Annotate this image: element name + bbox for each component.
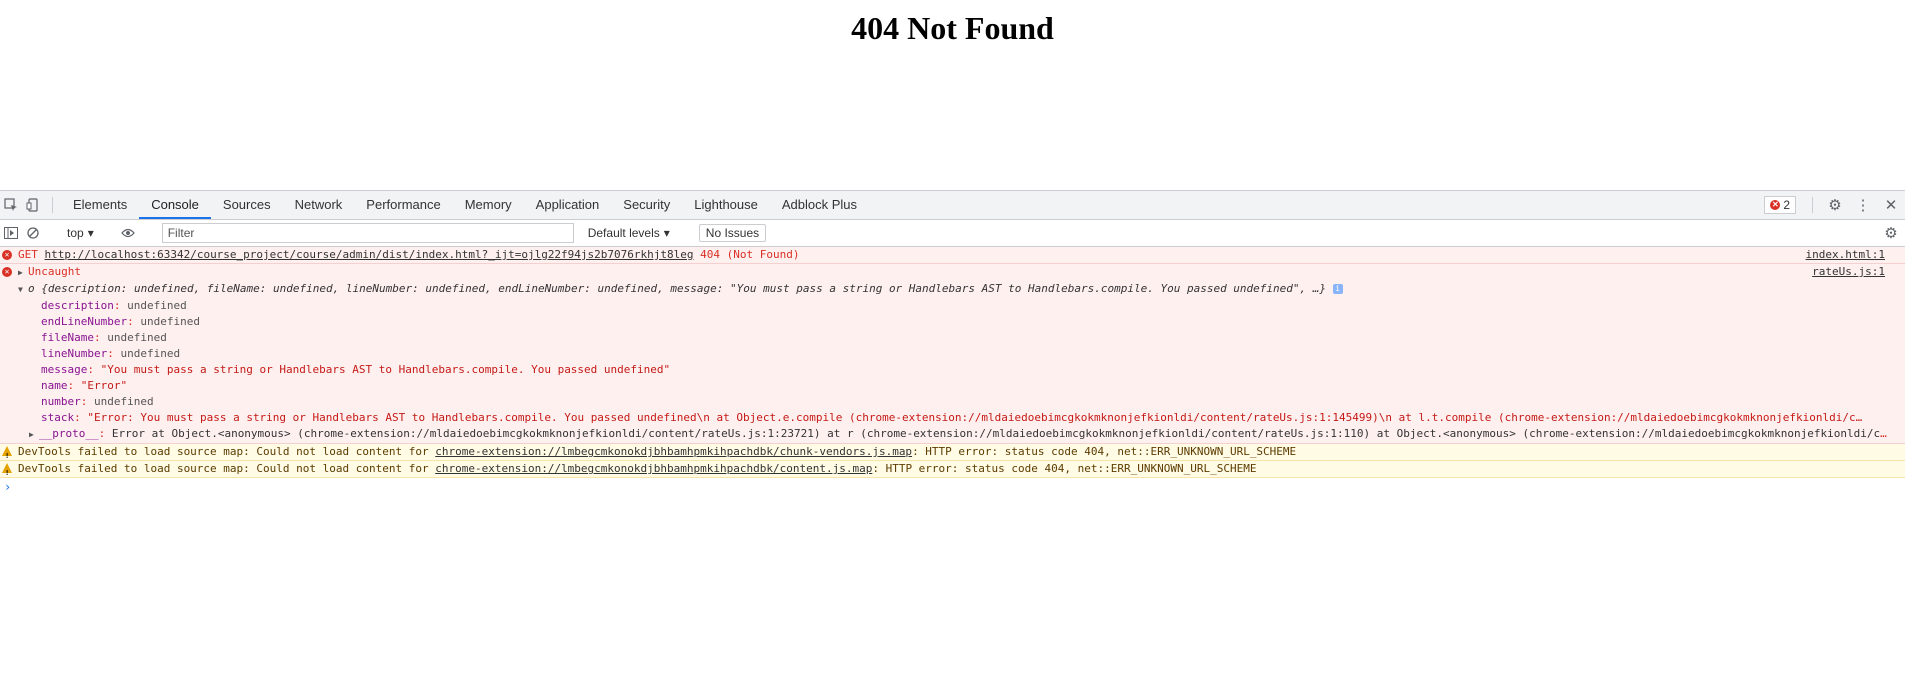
object-properties: description: undefined endLineNumber: un… (18, 298, 1905, 443)
toolbar-divider (1812, 197, 1813, 213)
log-levels-dropdown[interactable]: Default levels ▾ (580, 226, 678, 240)
source-link-index[interactable]: index.html:1 (1805, 247, 1885, 263)
property-row: lineNumber: undefined (41, 347, 181, 360)
sidebar-toggle-icon[interactable] (0, 227, 22, 239)
prompt-chevron-icon: › (4, 480, 12, 494)
error-count-badge[interactable]: ✕ 2 (1764, 196, 1796, 214)
close-icon[interactable]: ✕ (1877, 191, 1905, 219)
console-error-get: ✕ GET http://localhost:63342/course_proj… (0, 247, 1905, 264)
toolbar-divider (52, 197, 53, 213)
error-count: 2 (1783, 198, 1790, 212)
tab-application[interactable]: Application (524, 191, 612, 219)
request-url-link[interactable]: http://localhost:63342/course_project/co… (45, 248, 694, 261)
tab-security[interactable]: Security (611, 191, 682, 219)
gear-icon[interactable]: ⚙ (1821, 191, 1849, 219)
console-messages: ✕ GET http://localhost:63342/course_proj… (0, 247, 1905, 496)
error-icon: ✕ (2, 267, 12, 277)
source-link-rateus[interactable]: rateUs.js:1 (1812, 264, 1885, 280)
more-options-icon[interactable]: ⋮ (1849, 191, 1877, 219)
dropdown-arrow-icon: ▾ (663, 226, 670, 240)
warning-icon: ! (2, 463, 12, 477)
proto-row[interactable]: ▶ __proto__: Error at Object.<anonymous> … (29, 426, 1889, 443)
tab-lighthouse[interactable]: Lighthouse (682, 191, 770, 219)
expand-triangle-icon[interactable]: ▶ (18, 265, 28, 281)
object-summary-text: {description: undefined, fileName: undef… (41, 282, 1327, 295)
tab-sources[interactable]: Sources (211, 191, 283, 219)
uncaught-label: Uncaught (28, 265, 81, 278)
source-map-link[interactable]: chrome-extension://lmbegcmkonokdjbhbamhp… (435, 445, 912, 458)
dropdown-arrow-icon: ▾ (87, 226, 94, 240)
console-warning: ! DevTools failed to load source map: Co… (0, 461, 1905, 478)
page-title: 404 Not Found (851, 10, 1054, 46)
devtools-tabbar: Elements Console Sources Network Perform… (0, 191, 1905, 220)
tab-adblock-plus[interactable]: Adblock Plus (770, 191, 869, 219)
log-levels-label: Default levels (587, 226, 660, 240)
tab-console[interactable]: Console (139, 191, 211, 219)
issues-button[interactable]: No Issues (698, 224, 767, 242)
context-selector[interactable]: top ▾ (61, 226, 100, 240)
info-icon[interactable]: i (1332, 284, 1343, 294)
property-row: message: "You must pass a string or Hand… (41, 363, 671, 376)
console-settings-gear-icon[interactable]: ⚙ (1877, 224, 1905, 242)
expand-triangle-icon[interactable]: ▶ (29, 427, 39, 443)
http-method: GET (18, 248, 38, 261)
clear-console-icon[interactable] (22, 227, 44, 239)
inspect-element-icon[interactable] (0, 191, 22, 219)
tab-elements[interactable]: Elements (61, 191, 139, 219)
property-row: endLineNumber: undefined (41, 315, 200, 328)
tab-network[interactable]: Network (283, 191, 355, 219)
console-error-uncaught: ✕ ▶ Uncaught rateUs.js:1 ▼ o {description:… (0, 264, 1905, 444)
uncaught-header[interactable]: ▶ Uncaught (18, 264, 1878, 281)
context-label: top (67, 226, 84, 240)
filter-input[interactable] (161, 223, 574, 243)
console-prompt[interactable]: › (0, 478, 1905, 496)
warning-icon: ! (2, 446, 12, 460)
property-row: description: undefined (41, 299, 187, 312)
error-icon: ✕ (1770, 200, 1781, 210)
eye-icon[interactable] (117, 228, 139, 238)
object-summary-prefix: o (28, 282, 35, 295)
property-row: number: undefined (41, 395, 154, 408)
console-toolbar: top ▾ Default levels ▾ No Issues ⚙ (0, 220, 1905, 247)
object-summary[interactable]: ▼ o {description: undefined, fileName: un… (18, 281, 1878, 298)
property-row: fileName: undefined (41, 331, 167, 344)
devtools-panel: Elements Console Sources Network Perform… (0, 190, 1905, 675)
http-status: 404 (Not Found) (700, 248, 800, 261)
property-row: stack: "Error: You must pass a string or… (41, 411, 1863, 424)
tab-memory[interactable]: Memory (453, 191, 524, 219)
property-row: name: "Error" (41, 379, 128, 392)
console-warning: ! DevTools failed to load source map: Co… (0, 444, 1905, 461)
collapse-triangle-icon[interactable]: ▼ (18, 282, 28, 298)
error-icon: ✕ (2, 250, 12, 260)
source-map-link[interactable]: chrome-extension://lmbegcmkonokdjbhbamhp… (435, 462, 872, 475)
device-toolbar-icon[interactable] (22, 191, 44, 219)
tab-performance[interactable]: Performance (354, 191, 452, 219)
